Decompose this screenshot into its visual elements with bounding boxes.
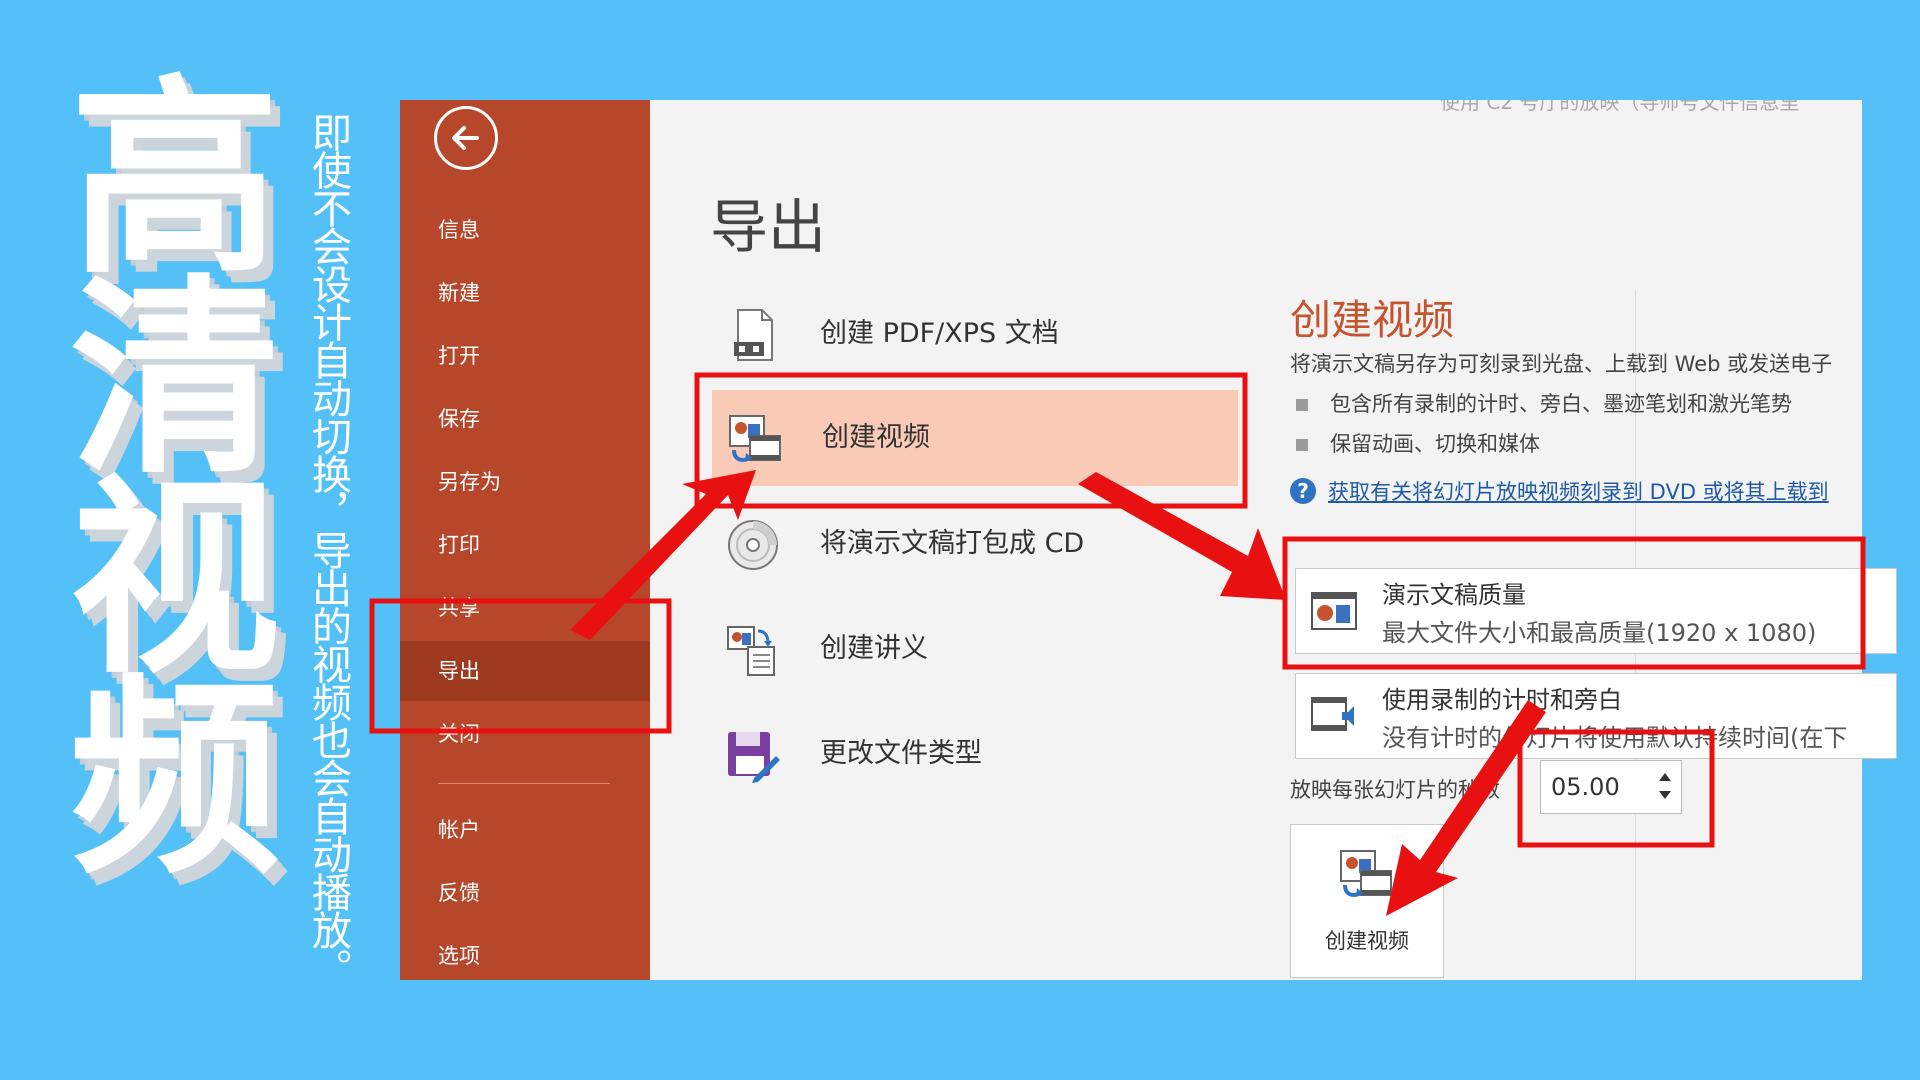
seconds-spinner[interactable] [1540, 760, 1682, 814]
help-link-text[interactable]: 获取有关将幻灯片放映视频刻录到 DVD 或将其上载到 [1328, 480, 1829, 504]
sidebar-item-feedback[interactable]: 反馈 [400, 863, 650, 923]
export-option-label: 更改文件类型 [820, 738, 982, 769]
video-icon [729, 415, 781, 462]
vertical-subtitle: 即使不会设计自动切换，导出的视频也会自动播放。 [305, 112, 351, 986]
seconds-input[interactable] [1549, 769, 1653, 805]
handout-icon [727, 626, 775, 676]
sidebar-item-open[interactable]: 打开 [400, 326, 650, 386]
presentation-quality-icon [1311, 592, 1357, 630]
big-title-char: 频 [69, 657, 280, 902]
bullet-square-icon [1296, 399, 1308, 411]
help-question-icon: ? [1290, 478, 1316, 504]
export-option-video[interactable]: 创建视频 [712, 390, 1238, 486]
timing-subtitle: 没有计时的幻灯片将使用默认持续时间(在下 [1382, 724, 1848, 752]
export-option-handouts[interactable]: 创建讲义 [710, 601, 1230, 697]
spinner-up-icon[interactable] [1659, 773, 1671, 781]
sidebar-item-save-as[interactable]: 另存为 [400, 452, 650, 512]
big-title-char: 清 [69, 257, 280, 502]
cut-off-text: 使用 C2 号厅的放映（导师号文件信息里 [1440, 100, 1800, 114]
big-title-char: 高 [69, 57, 280, 302]
bullet-item: 包含所有录制的计时、旁白、墨迹笔划和激光笔势 [1290, 388, 1792, 418]
bullet-item: 保留动画、切换和媒体 [1290, 428, 1540, 458]
quality-title: 演示文稿质量 [1382, 581, 1526, 609]
video-icon [1340, 850, 1392, 897]
timing-dropdown[interactable]: 使用录制的计时和旁白 没有计时的幻灯片将使用默认持续时间(在下 [1295, 673, 1897, 759]
bullet-square-icon [1296, 439, 1308, 451]
seconds-label: 放映每张幻灯片的秒数 [1290, 778, 1500, 802]
bullet-text: 包含所有录制的计时、旁白、墨迹笔划和激光笔势 [1330, 392, 1792, 416]
back-button[interactable] [434, 106, 498, 170]
export-option-change-type[interactable]: 更改文件类型 [710, 706, 1230, 802]
quality-dropdown[interactable]: 演示文稿质量 最大文件大小和最高质量(1920 x 1080) [1295, 568, 1897, 654]
sidebar-item-share[interactable]: 共享 [400, 578, 650, 638]
backstage-window: 信息 新建 打开 保存 另存为 打印 共享 导出 关闭 帐户 反馈 选项 使用 … [400, 100, 1862, 980]
timing-title: 使用录制的计时和旁白 [1382, 686, 1622, 714]
export-option-pdf[interactable]: 创建 PDF/XPS 文档 [710, 286, 1230, 382]
help-link[interactable]: ? 获取有关将幻灯片放映视频刻录到 DVD 或将其上载到 [1290, 476, 1829, 506]
backstage-sidebar: 信息 新建 打开 保存 另存为 打印 共享 导出 关闭 帐户 反馈 选项 [400, 100, 650, 980]
create-video-button[interactable]: 创建视频 [1290, 824, 1444, 978]
spinner-down-icon[interactable] [1659, 791, 1671, 799]
sidebar-item-account[interactable]: 帐户 [400, 800, 650, 860]
sidebar-item-new[interactable]: 新建 [400, 263, 650, 323]
quality-subtitle: 最大文件大小和最高质量(1920 x 1080) [1382, 619, 1817, 647]
right-panel-title: 创建视频 [1290, 296, 1454, 344]
export-option-label: 将演示文稿打包成 CD [820, 528, 1085, 559]
export-main: 使用 C2 号厅的放映（导师号文件信息里 导出 创建 PDF/XPS 文档 创建… [650, 100, 1862, 980]
big-title: 高 清 视 频 [55, 57, 295, 902]
back-arrow-icon [452, 126, 479, 150]
recorded-timing-icon [1311, 697, 1354, 731]
export-option-label: 创建讲义 [820, 633, 928, 664]
save-file-type-icon [728, 732, 780, 783]
sidebar-item-info[interactable]: 信息 [400, 200, 650, 260]
sidebar-item-export[interactable]: 导出 [400, 641, 650, 701]
page-title: 导出 [710, 193, 827, 261]
right-panel-description: 将演示文稿另存为可刻录到光盘、上载到 Web 或发送电子 [1290, 352, 1833, 376]
export-option-label: 创建视频 [822, 422, 930, 453]
bullet-text: 保留动画、切换和媒体 [1330, 432, 1540, 456]
sidebar-item-close[interactable]: 关闭 [400, 704, 650, 764]
pdf-document-icon [734, 309, 773, 361]
create-video-button-label: 创建视频 [1325, 929, 1409, 953]
cd-icon [728, 520, 778, 570]
big-title-char: 视 [69, 457, 280, 702]
sidebar-item-save[interactable]: 保存 [400, 389, 650, 449]
sidebar-item-options[interactable]: 选项 [400, 926, 650, 980]
export-option-cd[interactable]: 将演示文稿打包成 CD [710, 496, 1230, 592]
sidebar-item-print[interactable]: 打印 [400, 515, 650, 575]
sidebar-divider [438, 783, 610, 784]
export-option-label: 创建 PDF/XPS 文档 [820, 318, 1059, 349]
